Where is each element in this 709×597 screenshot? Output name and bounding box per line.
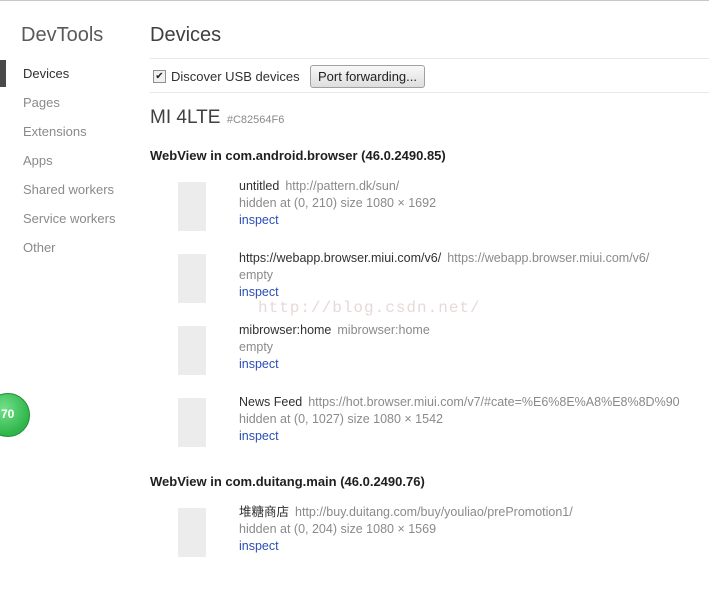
page-status: hidden at (0, 1027) size 1080 × 1542 xyxy=(239,412,443,426)
page-item: 堆糖商店 http://buy.duitang.com/buy/youliao/p… xyxy=(239,504,573,555)
toolbar: ✔ Discover USB devices Port forwarding..… xyxy=(153,65,425,88)
page-thumbnail xyxy=(178,508,206,557)
port-forwarding-button[interactable]: Port forwarding... xyxy=(310,65,425,88)
sidebar-item-pages[interactable]: Pages xyxy=(0,88,135,117)
page-title: Devices xyxy=(150,24,222,46)
page-thumbnail xyxy=(178,182,206,231)
inspect-link[interactable]: inspect xyxy=(239,285,279,299)
sidebar-item-extensions[interactable]: Extensions xyxy=(0,117,135,146)
divider xyxy=(150,92,709,93)
badge-count: 70 xyxy=(1,407,15,421)
app-title: DevTools xyxy=(21,24,104,46)
inspect-link[interactable]: inspect xyxy=(239,357,279,371)
sidebar: DevTools Devices Pages Extensions Apps S… xyxy=(0,0,135,597)
page-thumbnail xyxy=(178,398,206,447)
discover-usb-checkbox[interactable]: ✔ xyxy=(153,70,166,83)
sidebar-item-devices[interactable]: Devices xyxy=(0,59,135,88)
sidebar-item-shared-workers[interactable]: Shared workers xyxy=(0,175,135,204)
page-item: https://webapp.browser.miui.com/v6/https… xyxy=(239,250,649,301)
page-status: hidden at (0, 204) size 1080 × 1569 xyxy=(239,522,437,536)
browser-heading: WebView in com.android.browser (46.0.249… xyxy=(150,148,446,163)
inspect-link[interactable]: inspect xyxy=(239,213,279,227)
page-url: https://hot.browser.miui.com/v7/#cate=%E… xyxy=(308,395,680,409)
page-title-text: mibrowser:home xyxy=(239,323,332,337)
device-name: MI 4LTE xyxy=(150,107,221,128)
page-title-text: untitled xyxy=(239,179,280,193)
page-title-text: News Feed xyxy=(239,395,303,409)
sidebar-item-other[interactable]: Other xyxy=(0,233,135,262)
device-header: MI 4LTE #C82564F6 xyxy=(150,107,284,129)
page-status: empty xyxy=(239,340,274,354)
page-title-text: 堆糖商店 xyxy=(239,505,290,519)
page-status: empty xyxy=(239,268,274,282)
discover-usb-label[interactable]: Discover USB devices xyxy=(171,69,300,84)
page-item: News Feed https://hot.browser.miui.com/v7… xyxy=(239,394,680,445)
sidebar-item-apps[interactable]: Apps xyxy=(0,146,135,175)
page-url: http://buy.duitang.com/buy/youliao/prePr… xyxy=(295,505,573,519)
device-serial: #C82564F6 xyxy=(226,114,285,126)
inspect-link[interactable]: inspect xyxy=(239,429,279,443)
page-url: mibrowser:home xyxy=(337,323,430,337)
page-url: https://webapp.browser.miui.com/v6/ xyxy=(447,251,650,265)
divider xyxy=(150,58,709,59)
page-url: http://pattern.dk/sun/ xyxy=(285,179,400,193)
page-thumbnail xyxy=(178,254,206,303)
watermark: http://blog.csdn.net/ xyxy=(258,299,481,317)
page-item: mibrowser:home mibrowser:home empty inspe… xyxy=(239,322,430,373)
page-item: untitled http://pattern.dk/sun/ hidden at… xyxy=(239,178,436,229)
sidebar-nav: Devices Pages Extensions Apps Shared wor… xyxy=(0,59,135,262)
sidebar-item-service-workers[interactable]: Service workers xyxy=(0,204,135,233)
page-status: hidden at (0, 210) size 1080 × 1692 xyxy=(239,196,437,210)
browser-heading: WebView in com.duitang.main (46.0.2490.7… xyxy=(150,474,425,489)
inspect-link[interactable]: inspect xyxy=(239,539,279,553)
page-title-text: https://webapp.browser.miui.com/v6/ xyxy=(239,251,442,265)
page-thumbnail xyxy=(178,326,206,375)
